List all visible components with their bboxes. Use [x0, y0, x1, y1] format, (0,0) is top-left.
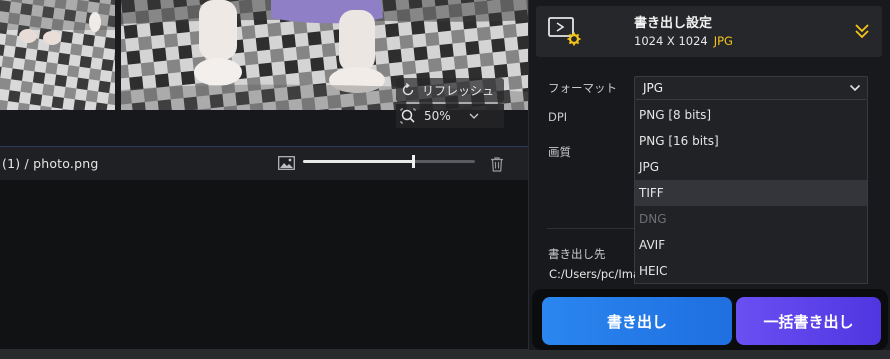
batch-export-button[interactable]: 一括書き出し — [736, 297, 881, 345]
image-icon[interactable] — [278, 156, 295, 170]
export-dimensions-value: 1024 X 1024 — [634, 34, 708, 48]
format-option[interactable]: JPG — [635, 154, 867, 180]
refresh-button[interactable]: リフレッシュ — [396, 78, 504, 102]
workspace-empty-area — [0, 180, 528, 359]
chevron-down-icon — [849, 84, 861, 92]
export-settings-panel: 書き出し設定 1024 X 1024 JPG フォーマット JPG DPI 画質 … — [528, 0, 890, 359]
format-label: フォーマット — [548, 81, 617, 95]
format-dropdown-list: PNG [8 bits] PNG [16 bits] JPG TIFF DNG … — [634, 100, 868, 284]
format-option[interactable]: DNG — [635, 206, 867, 232]
magnifier-icon — [400, 108, 416, 124]
zoom-control[interactable]: 50% — [396, 104, 504, 128]
photo-thumbnail-left — [0, 0, 115, 110]
format-select-value: JPG — [643, 81, 664, 95]
image-preview[interactable]: リフレッシュ — [0, 0, 528, 110]
zoom-slider-thumb[interactable] — [412, 155, 416, 168]
destination-label: 書き出し先 — [548, 247, 606, 261]
format-option[interactable]: PNG [8 bits] — [635, 102, 867, 128]
section-divider — [547, 228, 634, 229]
batch-export-button-label: 一括書き出し — [763, 312, 854, 331]
file-path: (1) / photo.png — [2, 156, 99, 171]
trash-icon[interactable] — [489, 156, 505, 172]
app-window: リフレッシュ 50% (1) / photo.png 書き出し設定 1024 X… — [0, 0, 890, 359]
format-option[interactable]: TIFF — [635, 180, 867, 206]
format-option[interactable]: AVIF — [635, 232, 867, 258]
export-button[interactable]: 書き出し — [542, 297, 732, 345]
monitor-gear-icon — [548, 17, 581, 46]
format-select[interactable]: JPG — [634, 76, 868, 100]
export-settings-header[interactable]: 書き出し設定 1024 X 1024 JPG — [536, 6, 882, 57]
zoom-slider-fill — [303, 160, 414, 163]
refresh-icon — [402, 83, 414, 96]
format-option[interactable]: HEIC — [635, 258, 867, 284]
export-format-badge: JPG — [713, 34, 733, 48]
refresh-label: リフレッシュ — [422, 83, 495, 98]
zoom-value: 50% — [424, 109, 451, 123]
format-option[interactable]: PNG [16 bits] — [635, 128, 867, 154]
left-bottom-edge — [0, 349, 528, 359]
chevron-down-icon[interactable] — [469, 112, 479, 120]
file-bar: (1) / photo.png — [0, 146, 528, 180]
double-chevron-down-icon[interactable] — [854, 22, 870, 40]
panel-bottom-edge — [529, 350, 890, 359]
export-button-label: 書き出し — [606, 312, 667, 331]
export-dimensions: 1024 X 1024 JPG — [634, 34, 733, 48]
destination-path[interactable]: C:/Users/pc/Imag — [549, 267, 635, 281]
dpi-label: DPI — [548, 110, 568, 124]
zoom-slider[interactable] — [303, 155, 475, 168]
export-settings-title: 書き出し設定 — [634, 16, 713, 31]
quality-label: 画質 — [548, 145, 571, 159]
